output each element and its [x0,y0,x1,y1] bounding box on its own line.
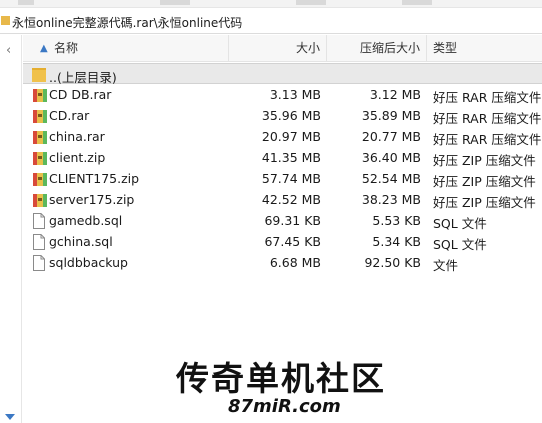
column-header-name-label: 名称 [54,41,79,55]
file-size: 69.31 KB [264,213,321,228]
file-type: 好压 ZIP 压缩文件 [433,195,536,210]
file-name: client.zip [49,150,106,165]
file-size: 41.35 MB [261,150,321,165]
file-row[interactable]: CD DB.rar 3.13 MB 3.12 MB 好压 RAR 压缩文件 [23,84,542,105]
top-toolbar-strip [0,0,542,8]
file-packed-size: 20.77 MB [361,129,421,144]
scroll-down-arrow[interactable] [5,409,15,423]
file-packed-size: 52.54 MB [361,171,421,186]
sort-ascending-icon: ▲ [40,43,48,54]
file-type: 文件 [433,258,459,273]
column-header-size[interactable]: 大小 [229,35,327,62]
file-packed-size: 5.53 KB [372,213,421,228]
file-type: 好压 RAR 压缩文件 [433,111,542,126]
column-header-row: ▲ 名称 大小 压缩后大小 类型 [23,35,542,62]
zip-archive-icon [32,192,48,208]
file-packed-size: 38.23 MB [361,192,421,207]
file-name: gamedb.sql [49,213,123,228]
folder-icon [32,67,48,83]
file-packed-size: 92.50 KB [364,255,421,270]
side-panel: ‹ [0,35,22,423]
rar-archive-icon [32,129,48,145]
file-packed-size: 5.34 KB [372,234,421,249]
file-row[interactable]: gamedb.sql 69.31 KB 5.53 KB SQL 文件 [23,210,542,231]
file-name: CD.rar [49,108,90,123]
file-type: SQL 文件 [433,216,487,231]
archive-path: 永恒online完整源代碼.rar\永恒online代码 [12,16,243,30]
toolbar-button-edge[interactable] [402,0,432,5]
file-name: china.rar [49,129,105,144]
column-header-type[interactable]: 类型 [427,35,542,62]
column-header-packed-size[interactable]: 压缩后大小 [327,35,427,62]
zip-archive-icon [32,150,48,166]
file-type: 好压 ZIP 压缩文件 [433,174,536,189]
zip-archive-icon [32,171,48,187]
file-type: 好压 RAR 压缩文件 [433,90,542,105]
file-size: 6.68 MB [269,255,321,270]
file-row[interactable]: CLIENT175.zip 57.74 MB 52.54 MB 好压 ZIP 压缩文件 [23,168,542,189]
file-icon [32,213,48,229]
address-bar[interactable]: 永恒online完整源代碼.rar\永恒online代码 [0,8,542,34]
parent-directory-row[interactable]: ..(上层目录) [23,63,542,85]
toolbar-button-edge[interactable] [160,0,190,5]
column-header-name[interactable]: ▲ 名称 [23,35,229,62]
file-size: 57.74 MB [261,171,321,186]
toolbar-button-edge[interactable] [296,0,326,5]
toolbar-button-edge[interactable] [18,0,34,5]
file-icon [32,234,48,250]
file-packed-size: 36.40 MB [361,150,421,165]
file-name: sqldbbackup [49,255,128,270]
file-row[interactable]: sqldbbackup 6.68 MB 92.50 KB 文件 [23,252,542,273]
file-size: 67.45 KB [264,234,321,249]
rar-archive-icon [32,87,48,103]
file-packed-size: 3.12 MB [369,87,421,102]
file-type: 好压 RAR 压缩文件 [433,132,542,147]
chevron-left-icon[interactable]: ‹ [6,43,11,58]
file-type: 好压 ZIP 压缩文件 [433,153,536,168]
file-row[interactable]: gchina.sql 67.45 KB 5.34 KB SQL 文件 [23,231,542,252]
file-row[interactable]: CD.rar 35.96 MB 35.89 MB 好压 RAR 压缩文件 [23,105,542,126]
file-row[interactable]: server175.zip 42.52 MB 38.23 MB 好压 ZIP 压缩文件 [23,189,542,210]
file-name: CLIENT175.zip [49,171,140,186]
file-row[interactable]: china.rar 20.97 MB 20.77 MB 好压 RAR 压缩文件 [23,126,542,147]
file-type: SQL 文件 [433,237,487,252]
file-size: 42.52 MB [261,192,321,207]
folder-icon [1,15,10,29]
file-name: gchina.sql [49,234,113,249]
file-size: 3.13 MB [269,87,321,102]
rar-archive-icon [32,108,48,124]
file-size: 20.97 MB [261,129,321,144]
file-icon [32,255,48,271]
file-name: CD DB.rar [49,87,112,102]
file-size: 35.96 MB [261,108,321,123]
file-packed-size: 35.89 MB [361,108,421,123]
watermark-url: 87miR.com [228,396,341,417]
file-name: server175.zip [49,192,135,207]
file-row[interactable]: client.zip 41.35 MB 36.40 MB 好压 ZIP 压缩文件 [23,147,542,168]
watermark-title: 传奇单机社区 [176,359,386,398]
